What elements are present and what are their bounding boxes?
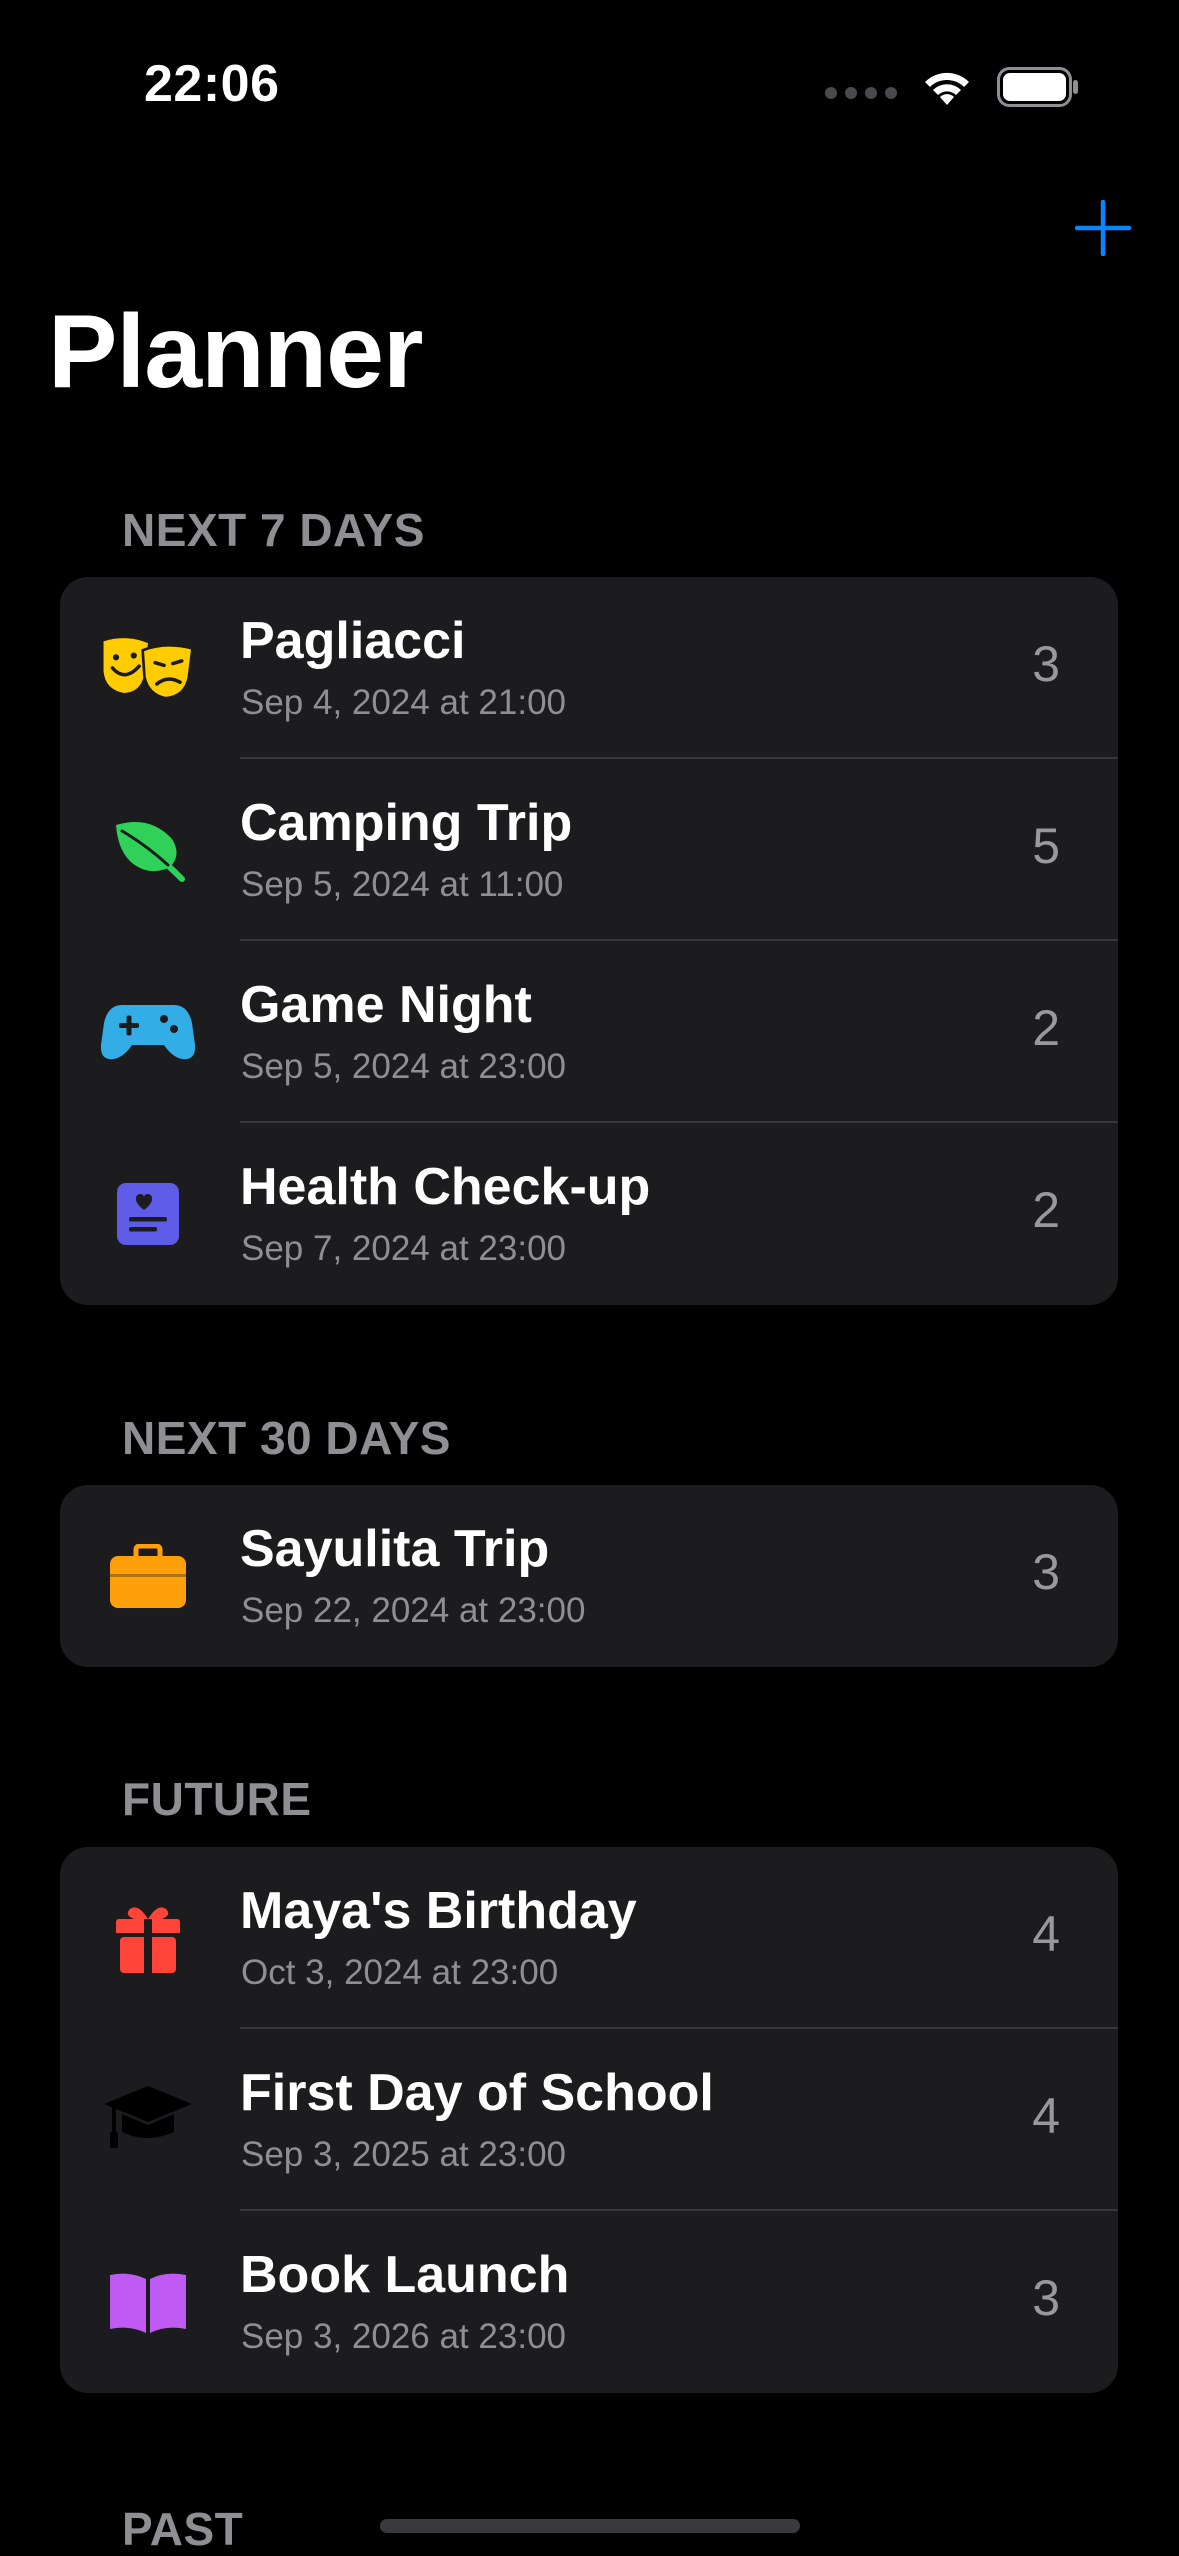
- graduation-cap-icon: [100, 2075, 196, 2165]
- event-title: Health Check-up: [240, 1158, 651, 1216]
- event-date: Sep 7, 2024 at 23:00: [241, 1229, 566, 1268]
- event-date: Sep 22, 2024 at 23:00: [241, 1591, 586, 1630]
- list-item[interactable]: Camping Trip Sep 5, 2024 at 11:00 5: [60, 759, 1118, 941]
- event-date: Sep 5, 2024 at 23:00: [241, 1047, 566, 1086]
- gamecontroller-icon: [100, 987, 196, 1077]
- event-count: 5: [1032, 818, 1060, 874]
- suitcase-icon: [100, 1531, 196, 1621]
- event-title: Pagliacci: [240, 612, 466, 670]
- status-time: 22:06: [144, 55, 280, 113]
- event-title: Camping Trip: [240, 794, 573, 852]
- event-date: Sep 3, 2026 at 23:00: [241, 2317, 566, 2356]
- section-card-next-30-days: Sayulita Trip Sep 22, 2024 at 23:00 3: [60, 1485, 1118, 1667]
- event-date: Sep 4, 2024 at 21:00: [241, 683, 566, 722]
- home-indicator[interactable]: [380, 2519, 800, 2533]
- event-date: Sep 3, 2025 at 23:00: [241, 2135, 566, 2174]
- plus-icon: [1075, 200, 1131, 256]
- event-title: Maya's Birthday: [240, 1882, 637, 1940]
- event-date: Oct 3, 2024 at 23:00: [241, 1953, 559, 1992]
- gift-icon: [100, 1893, 196, 1983]
- theater-masks-icon: [100, 623, 196, 713]
- list-item[interactable]: Game Night Sep 5, 2024 at 23:00 2: [60, 941, 1118, 1123]
- section-card-future: Maya's Birthday Oct 3, 2024 at 23:00 4 F…: [60, 1847, 1118, 2393]
- list-item[interactable]: Book Launch Sep 3, 2026 at 23:00 3: [60, 2211, 1118, 2393]
- add-button[interactable]: [1065, 190, 1141, 266]
- wifi-icon: [925, 72, 969, 105]
- list-item[interactable]: Pagliacci Sep 4, 2024 at 21:00 3: [60, 577, 1118, 759]
- page-title: Planner: [48, 294, 423, 410]
- section-card-next-7-days: Pagliacci Sep 4, 2024 at 21:00 3 Camping…: [60, 577, 1118, 1305]
- cellular-signal-icon: [825, 87, 897, 99]
- section-header-past: PAST: [122, 2503, 244, 2555]
- event-count: 3: [1032, 1544, 1060, 1600]
- book-icon: [100, 2257, 196, 2347]
- status-bar: 22:06: [0, 0, 1179, 170]
- section-header-next-30-days: NEXT 30 DAYS: [122, 1412, 451, 1464]
- event-title: Game Night: [240, 976, 532, 1034]
- status-indicators: [825, 62, 1079, 112]
- list-item[interactable]: First Day of School Sep 3, 2025 at 23:00…: [60, 2029, 1118, 2211]
- list-item[interactable]: Maya's Birthday Oct 3, 2024 at 23:00 4: [60, 1847, 1118, 2029]
- section-header-next-7-days: NEXT 7 DAYS: [122, 504, 425, 556]
- medical-record-icon: [100, 1169, 196, 1259]
- event-title: Book Launch: [240, 2246, 570, 2304]
- event-count: 3: [1032, 2270, 1060, 2326]
- leaf-icon: [100, 805, 196, 895]
- list-item[interactable]: Health Check-up Sep 7, 2024 at 23:00 2: [60, 1123, 1118, 1305]
- event-title: Sayulita Trip: [240, 1520, 550, 1578]
- event-count: 2: [1032, 1182, 1060, 1238]
- battery-icon: [997, 67, 1078, 107]
- event-count: 3: [1032, 636, 1060, 692]
- event-count: 4: [1032, 2088, 1060, 2144]
- event-date: Sep 5, 2024 at 11:00: [241, 865, 564, 904]
- event-count: 2: [1032, 1000, 1060, 1056]
- list-item[interactable]: Sayulita Trip Sep 22, 2024 at 23:00 3: [60, 1485, 1118, 1667]
- event-count: 4: [1032, 1906, 1060, 1962]
- section-header-future: FUTURE: [122, 1773, 312, 1825]
- event-title: First Day of School: [240, 2064, 714, 2122]
